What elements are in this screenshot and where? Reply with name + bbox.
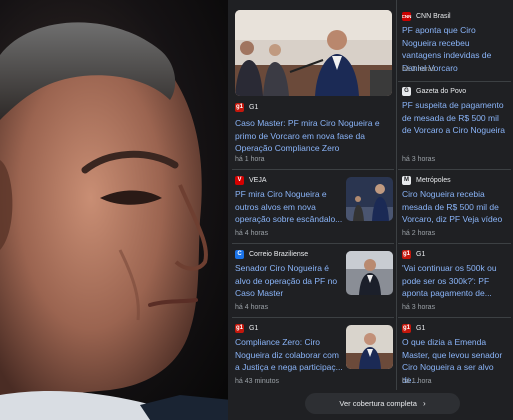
article-time: há 1 hora: [235, 156, 265, 163]
row-divider: [398, 243, 511, 244]
gazeta-logo-icon: G: [402, 86, 411, 96]
news-card[interactable]: g1 G1 O que dizia a Emenda Master, que l…: [402, 322, 510, 390]
source-name: G1: [249, 324, 259, 332]
column-divider: [396, 0, 397, 390]
article-time: há 43 minutos: [235, 378, 279, 385]
article-photo: [0, 0, 232, 420]
source-name: Correio Braziliense: [249, 250, 309, 258]
row-divider: [398, 81, 511, 82]
article-thumbnail: [346, 325, 393, 369]
article-time: há 3 horas: [402, 304, 436, 311]
row-divider: [398, 169, 511, 170]
row-divider: [398, 317, 511, 318]
news-card-featured[interactable]: g1 G1 Caso Master: PF mira Ciro Nogueira…: [235, 10, 393, 167]
article-headline[interactable]: PF suspeita de pagamento de mesada de R$…: [402, 99, 510, 137]
article-thumbnail: [346, 177, 393, 221]
veja-logo-icon: V: [235, 175, 244, 185]
source-name: Metrópoles: [416, 176, 451, 184]
g1-logo-icon: g1: [402, 323, 411, 333]
article-headline[interactable]: PF mira Ciro Nogueira e outros alvos em …: [235, 188, 343, 226]
cnn-logo-icon: CNN: [402, 11, 412, 21]
article-time: há 3 horas: [402, 66, 436, 73]
source-name: VEJA: [249, 176, 267, 184]
source-name: G1: [416, 250, 426, 258]
article-headline[interactable]: 'Vai continuar os 500k ou pode ser os 30…: [402, 262, 510, 300]
source-name: CNN Brasil: [416, 12, 451, 20]
article-headline[interactable]: Ciro Nogueira recebia mesada de R$ 500 m…: [402, 188, 510, 226]
news-card[interactable]: g1 G1 'Vai continuar os 500k ou pode ser…: [402, 248, 510, 314]
article-time: há 1 hora: [402, 378, 432, 385]
row-divider: [232, 169, 394, 170]
article-thumbnail: [346, 251, 393, 295]
correio-logo-icon: C: [235, 249, 244, 259]
source-name: Gazeta do Povo: [416, 87, 467, 95]
g1-logo-icon: g1: [235, 102, 244, 112]
article-time: há 4 horas: [235, 304, 269, 311]
news-card[interactable]: C Correio Braziliense Senador Ciro Nogue…: [235, 248, 395, 314]
news-card[interactable]: g1 G1 Compliance Zero: Ciro Nogueira diz…: [235, 322, 395, 390]
source-name: G1: [249, 103, 259, 111]
row-divider: [232, 317, 394, 318]
article-headline[interactable]: Caso Master: PF mira Ciro Nogueira e pri…: [235, 117, 385, 155]
article-time: há 4 horas: [235, 230, 269, 237]
news-card[interactable]: M Metrópoles Ciro Nogueira recebia mesad…: [402, 174, 510, 240]
source-name: G1: [416, 324, 426, 332]
chevron-right-icon: ›: [422, 399, 426, 408]
article-time: há 2 horas: [402, 230, 436, 237]
article-headline[interactable]: Senador Ciro Nogueira é alvo de operação…: [235, 262, 343, 300]
row-divider: [232, 243, 394, 244]
news-card[interactable]: G Gazeta do Povo PF suspeita de pagament…: [402, 85, 510, 167]
article-thumbnail: [235, 10, 392, 96]
g1-logo-icon: g1: [235, 323, 244, 333]
news-card[interactable]: CNN CNN Brasil PF aponta que Ciro Noguei…: [402, 10, 510, 78]
article-time: há 3 horas: [402, 156, 436, 163]
full-coverage-label: Ver cobertura completa: [339, 399, 417, 408]
metropoles-logo-icon: M: [402, 175, 411, 185]
article-headline[interactable]: Compliance Zero: Ciro Nogueira diz colab…: [235, 336, 343, 374]
full-coverage-button[interactable]: Ver cobertura completa ›: [305, 393, 460, 414]
g1-logo-icon: g1: [402, 249, 411, 259]
news-card[interactable]: V VEJA PF mira Ciro Nogueira e outros al…: [235, 174, 395, 240]
